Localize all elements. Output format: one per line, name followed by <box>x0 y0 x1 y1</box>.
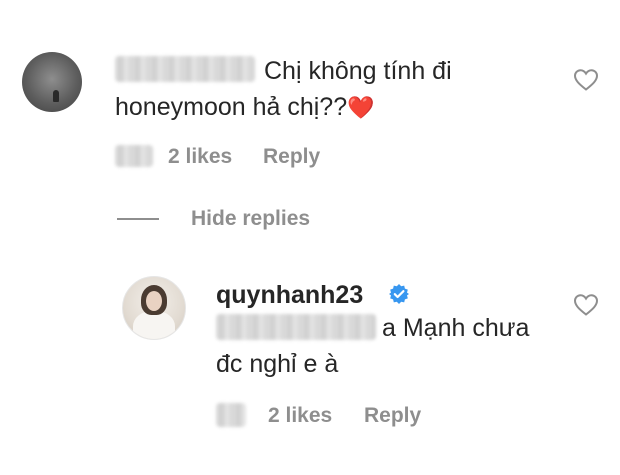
reply-reply-button[interactable]: Reply <box>364 404 421 428</box>
reply-avatar[interactable] <box>122 276 186 340</box>
blurred-username <box>115 56 255 82</box>
red-heart-emoji-icon: ❤️ <box>347 95 375 120</box>
reply-button[interactable]: Reply <box>263 145 320 169</box>
avatar-dress <box>133 311 175 339</box>
commenter-avatar[interactable] <box>22 52 82 112</box>
verified-badge-icon <box>388 283 410 305</box>
blurred-timestamp <box>115 145 153 167</box>
comment-text-line-1: Chị không tính đi <box>264 57 452 85</box>
reply-likes-count[interactable]: 2 likes <box>268 404 332 428</box>
avatar-figure <box>53 90 59 102</box>
hide-replies-button[interactable]: Hide replies <box>191 207 310 231</box>
reply-username[interactable]: quynhanh23 <box>216 281 363 310</box>
reply-text-line-1: a Mạnh chưa <box>382 314 530 342</box>
like-heart-icon[interactable] <box>573 68 599 92</box>
blurred-mention <box>216 314 376 340</box>
replies-divider-line <box>117 218 159 220</box>
reply-like-heart-icon[interactable] <box>573 293 599 317</box>
reply-text-line-2: đc nghỉ e à <box>216 350 339 378</box>
comment-text-line-2: honeymoon hả chị??❤️ <box>115 89 375 126</box>
likes-count[interactable]: 2 likes <box>168 145 232 169</box>
comment-text-line-2-text: honeymoon hả chị?? <box>115 93 348 121</box>
reply-blurred-timestamp <box>216 403 246 427</box>
avatar-face <box>146 291 162 311</box>
